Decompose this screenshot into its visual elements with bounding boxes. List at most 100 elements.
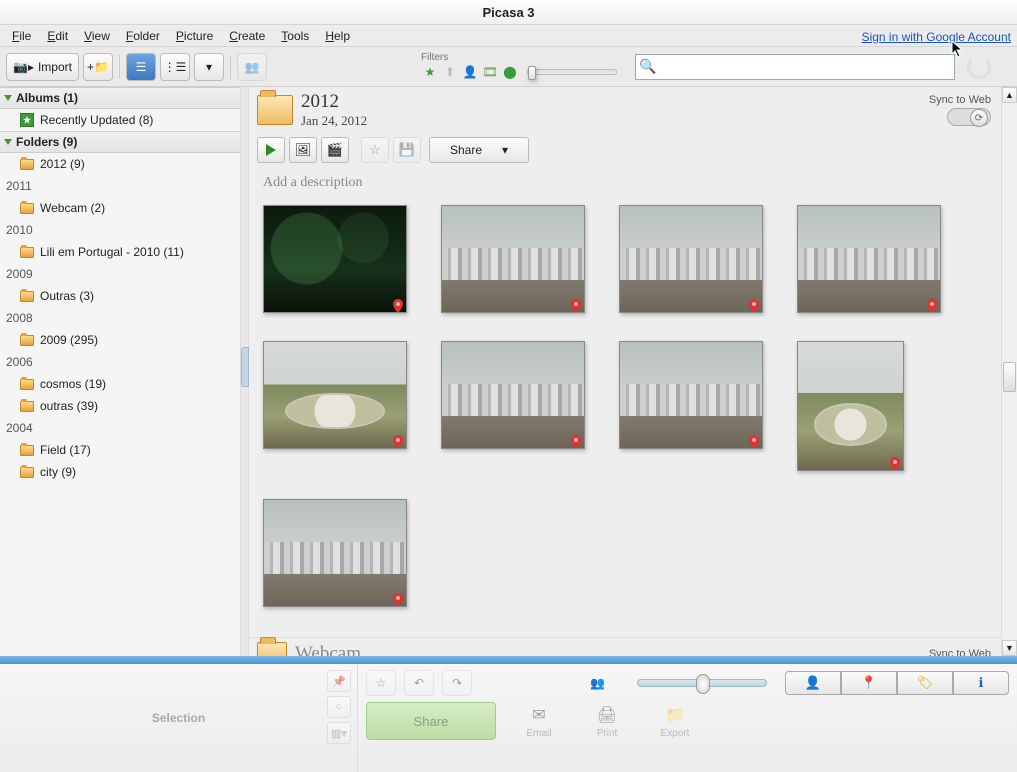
photo-thumbnail[interactable] [797, 341, 904, 471]
info-button[interactable]: ℹ [953, 671, 1009, 695]
filter-geo-icon[interactable]: ⬤ [501, 63, 519, 81]
sidebar-item-folder[interactable]: cosmos (19) [0, 373, 240, 395]
sync-toggle[interactable] [947, 108, 991, 126]
save-button[interactable]: 💾 [393, 137, 421, 163]
photo-thumbnail[interactable] [441, 205, 585, 313]
hold-button[interactable]: 📌 [327, 670, 351, 692]
menu-file[interactable]: File [4, 27, 39, 45]
clear-button[interactable]: ○ [327, 696, 351, 718]
year-header: 2009 [0, 263, 240, 285]
sidebar-item-folder[interactable]: 2012 (9) [0, 153, 240, 175]
star-toggle-button[interactable]: ☆ [366, 670, 396, 696]
sidebar-item-folder[interactable]: outras (39) [0, 395, 240, 417]
sidebar-item-label: city (9) [40, 465, 76, 479]
sync-label: Sync to Web [929, 648, 991, 656]
photo-thumbnail[interactable] [619, 205, 763, 313]
add-to-album-button[interactable]: ▥▾ [327, 722, 351, 744]
filter-upload-icon[interactable]: ⬆ [441, 63, 459, 81]
folders-header[interactable]: Folders (9) [0, 131, 240, 153]
export-button[interactable]: 📁Export [650, 704, 700, 739]
thumbnail-image [264, 206, 406, 312]
albums-header[interactable]: Albums (1) [0, 87, 240, 109]
print-button[interactable]: 🖨Print [582, 704, 632, 739]
sidebar-item-folder[interactable]: Webcam (2) [0, 197, 240, 219]
email-icon: ✉ [526, 704, 552, 726]
share-button[interactable]: Share ▾ [429, 137, 529, 163]
rotate-left-button[interactable]: ↶ [404, 670, 434, 696]
splitter-grip-icon[interactable] [241, 347, 249, 387]
menu-tools[interactable]: Tools [273, 27, 317, 45]
tags-button[interactable]: 🏷 [897, 671, 953, 695]
photo-thumbnail[interactable] [797, 205, 941, 313]
add-folder-button[interactable]: +📁 [83, 53, 113, 81]
thumbnail-zoom-slider[interactable] [637, 679, 767, 687]
import-button[interactable]: 📷▸ Import [6, 53, 79, 81]
flat-view-button[interactable]: ☰ [126, 53, 156, 81]
menu-picture[interactable]: Picture [168, 27, 221, 45]
folder-description[interactable]: Add a description [249, 171, 1017, 199]
separator [230, 55, 231, 79]
menu-view[interactable]: View [76, 27, 118, 45]
people-icon: 👥 [245, 60, 260, 74]
tag-faces-button[interactable]: 👥 [590, 676, 605, 690]
sidebar-item-folder[interactable]: city (9) [0, 461, 240, 483]
tree-view-button[interactable]: ⋮☰ [160, 53, 190, 81]
folder-icon [20, 379, 34, 390]
search-input[interactable] [635, 54, 955, 80]
photo-thumbnail[interactable] [619, 341, 763, 449]
collapse-icon [4, 139, 12, 145]
play-slideshow-button[interactable] [257, 137, 285, 163]
year-header: 2006 [0, 351, 240, 373]
thumbnail-image [798, 342, 903, 470]
sidebar-item-recently-updated[interactable]: ★ Recently Updated (8) [0, 109, 240, 131]
sidebar-item-label: Outras (3) [40, 289, 94, 303]
email-button[interactable]: ✉Email [514, 704, 564, 739]
collage-button[interactable]: 🖼 [289, 137, 317, 163]
slider-thumb[interactable] [528, 66, 536, 80]
people-button[interactable]: 👥 [237, 53, 267, 81]
action-label: Print [597, 728, 618, 739]
thumbnail-image [442, 342, 584, 448]
add-folder-icon: +📁 [87, 60, 109, 74]
filter-date-slider[interactable] [527, 69, 617, 75]
filter-star-icon[interactable]: ★ [421, 63, 439, 81]
geo-pin-icon [749, 435, 759, 445]
filter-face-icon[interactable]: 👤 [461, 63, 479, 81]
scrollbar-thumb[interactable] [1003, 362, 1016, 392]
sidebar-splitter[interactable] [241, 87, 249, 656]
scroll-up-icon[interactable]: ▲ [1002, 87, 1017, 103]
tag-people-button[interactable]: 👤 [785, 671, 841, 695]
sidebar-item-folder[interactable]: 2009 (295) [0, 329, 240, 351]
filters-label: Filters [421, 52, 617, 63]
photo-thumbnail[interactable] [263, 499, 407, 607]
menu-help[interactable]: Help [317, 27, 358, 45]
menu-folder[interactable]: Folder [118, 27, 168, 45]
selection-tray[interactable]: Selection 📌 ○ ▥▾ [0, 664, 358, 772]
collapse-icon [4, 95, 12, 101]
separator [119, 55, 120, 79]
share-button-large[interactable]: Share [366, 702, 496, 740]
filter-movie-icon[interactable]: 🎞 [481, 63, 499, 81]
menu-create[interactable]: Create [221, 27, 273, 45]
rotate-right-button[interactable]: ↷ [442, 670, 472, 696]
sidebar-item-folder[interactable]: Outras (3) [0, 285, 240, 307]
photo-thumbnail[interactable] [441, 341, 585, 449]
share-label: Share [450, 143, 482, 157]
geotag-button[interactable]: 📍 [841, 671, 897, 695]
chevron-down-icon: ▾ [502, 143, 508, 157]
movie-button[interactable]: 🎬 [321, 137, 349, 163]
menu-edit[interactable]: Edit [39, 27, 76, 45]
slider-thumb[interactable] [696, 674, 710, 694]
photo-thumbnail[interactable] [263, 205, 407, 313]
window-title: Picasa 3 [482, 5, 534, 20]
sidebar-item-folder[interactable]: Field (17) [0, 439, 240, 461]
photo-thumbnail[interactable] [263, 341, 407, 449]
signin-link[interactable]: Sign in with Google Account [862, 30, 1011, 44]
sidebar-item-folder[interactable]: Lili em Portugal - 2010 (11) [0, 241, 240, 263]
sidebar-item-label: Webcam (2) [40, 201, 105, 215]
star-button[interactable]: ☆ [361, 137, 389, 163]
scroll-down-icon[interactable]: ▼ [1002, 640, 1017, 656]
view-options-button[interactable]: ▾ [194, 53, 224, 81]
content-scrollbar[interactable]: ▲ ▼ [1001, 87, 1017, 656]
divider-bar [0, 656, 1017, 664]
